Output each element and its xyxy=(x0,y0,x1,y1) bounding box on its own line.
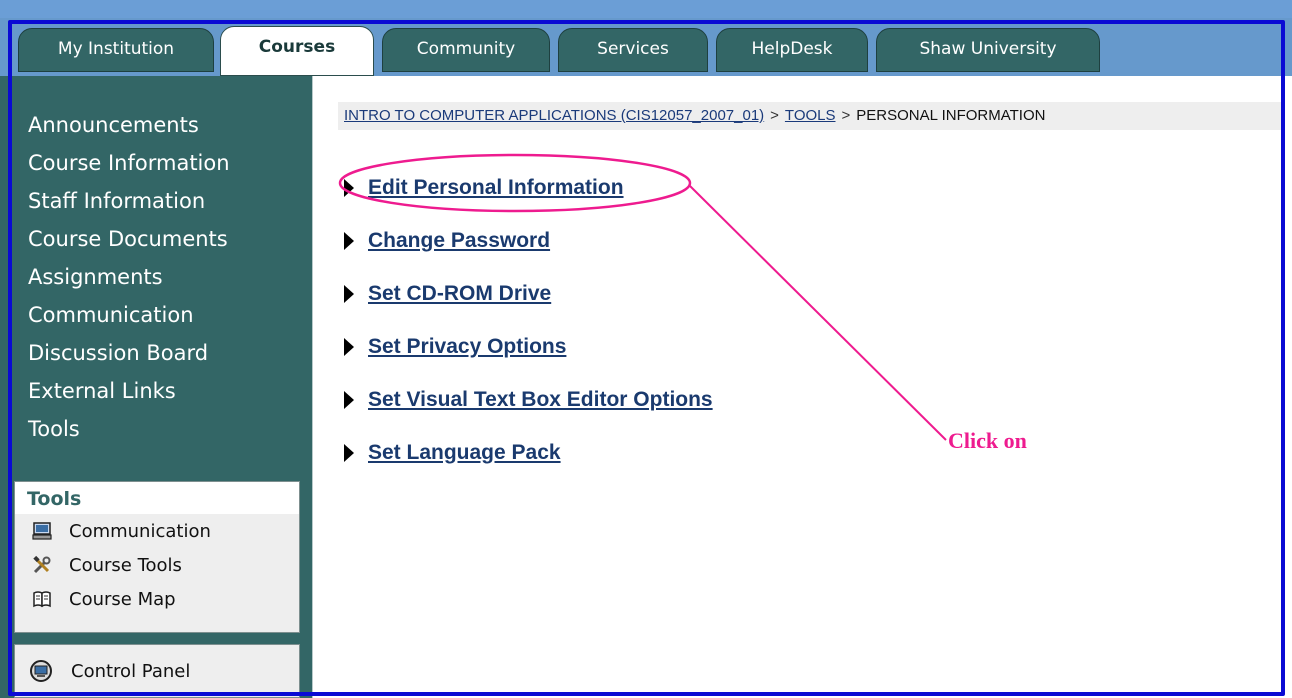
tools-icon xyxy=(31,554,53,576)
tools-item-label: Communication xyxy=(69,520,211,542)
tab-my-institution[interactable]: My Institution xyxy=(18,28,214,72)
tools-panel-title: Tools xyxy=(15,482,299,514)
sidebar-item-assignments[interactable]: Assignments xyxy=(28,258,230,296)
option-row: Edit Personal Information xyxy=(344,161,713,214)
set-language-pack-link[interactable]: Set Language Pack xyxy=(368,441,561,465)
annotation-label: Click on xyxy=(948,428,1027,453)
tab-services[interactable]: Services xyxy=(558,28,708,72)
change-password-link[interactable]: Change Password xyxy=(368,229,550,253)
tab-shaw-university[interactable]: Shaw University xyxy=(876,28,1100,72)
set-visual-text-box-editor-options-link[interactable]: Set Visual Text Box Editor Options xyxy=(368,388,713,412)
edit-personal-information-link[interactable]: Edit Personal Information xyxy=(368,176,624,200)
triangle-bullet-icon xyxy=(344,390,354,409)
sidebar-item-staff-information[interactable]: Staff Information xyxy=(28,182,230,220)
tools-item-label: Course Map xyxy=(69,588,176,610)
triangle-bullet-icon xyxy=(344,337,354,356)
option-row: Set CD-ROM Drive xyxy=(344,267,713,320)
sidebar-item-course-information[interactable]: Course Information xyxy=(28,144,230,182)
option-row: Set Language Pack xyxy=(344,426,713,479)
computer-icon xyxy=(31,520,53,542)
breadcrumb: INTRO TO COMPUTER APPLICATIONS (CIS12057… xyxy=(338,102,1282,130)
book-icon xyxy=(31,588,53,610)
tab-community[interactable]: Community xyxy=(382,28,550,72)
triangle-bullet-icon xyxy=(344,231,354,250)
option-row: Set Privacy Options xyxy=(344,320,713,373)
option-row: Change Password xyxy=(344,214,713,267)
tools-panel: Tools Communication Course Tools Course … xyxy=(14,481,300,633)
sidebar-item-discussion-board[interactable]: Discussion Board xyxy=(28,334,230,372)
triangle-bullet-icon xyxy=(344,284,354,303)
tools-course-map-link[interactable]: Course Map xyxy=(15,582,299,616)
sidebar-item-communication[interactable]: Communication xyxy=(28,296,230,334)
breadcrumb-course-link[interactable]: INTRO TO COMPUTER APPLICATIONS (CIS12057… xyxy=(344,107,764,124)
control-panel-label: Control Panel xyxy=(71,660,191,682)
sidebar-item-course-documents[interactable]: Course Documents xyxy=(28,220,230,258)
sidebar-item-announcements[interactable]: Announcements xyxy=(28,106,230,144)
personal-information-options: Edit Personal Information Change Passwor… xyxy=(344,161,713,479)
tools-item-label: Course Tools xyxy=(69,554,182,576)
set-cd-rom-drive-link[interactable]: Set CD-ROM Drive xyxy=(368,282,551,306)
sidebar-item-external-links[interactable]: External Links xyxy=(28,372,230,410)
triangle-bullet-icon xyxy=(344,443,354,462)
tab-courses[interactable]: Courses xyxy=(220,26,374,76)
tab-helpdesk[interactable]: HelpDesk xyxy=(716,28,868,72)
breadcrumb-separator: > xyxy=(770,107,779,124)
breadcrumb-separator: > xyxy=(841,107,851,124)
tools-course-tools-link[interactable]: Course Tools xyxy=(15,548,299,582)
breadcrumb-tools-link[interactable]: TOOLS xyxy=(785,107,836,124)
set-privacy-options-link[interactable]: Set Privacy Options xyxy=(368,335,566,359)
course-menu: Announcements Course Information Staff I… xyxy=(28,106,230,448)
tools-communication-link[interactable]: Communication xyxy=(15,514,299,548)
control-panel-icon xyxy=(30,660,52,682)
sidebar-divider xyxy=(312,76,318,698)
sidebar-item-tools[interactable]: Tools xyxy=(28,410,230,448)
annotation-line xyxy=(689,185,947,441)
option-row: Set Visual Text Box Editor Options xyxy=(344,373,713,426)
triangle-bullet-icon xyxy=(344,178,354,197)
control-panel-button[interactable]: Control Panel xyxy=(14,644,300,698)
breadcrumb-current: PERSONAL INFORMATION xyxy=(856,107,1046,124)
